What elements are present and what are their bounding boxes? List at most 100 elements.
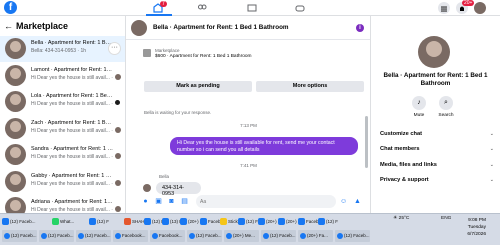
more-options-icon[interactable]: ··· (108, 42, 121, 55)
app-icon (238, 218, 245, 226)
taskbar-app-label: (20+) ... (188, 219, 200, 224)
marketplace-badge: 7 (160, 1, 167, 7)
taskbar-app[interactable]: (12) F... (318, 216, 338, 228)
emoji-icon[interactable]: ☺ (340, 198, 347, 205)
sidebar-title: Marketplace (16, 21, 69, 31)
taskbar-app[interactable]: SHAH... (124, 216, 144, 228)
menu-button[interactable] (438, 2, 450, 14)
weather-widget[interactable]: ☀ 25°C (393, 216, 409, 221)
conversation-avatar (5, 144, 26, 165)
chat-avatar[interactable] (131, 20, 147, 36)
taskbar-window[interactable]: (12) Faceb... (187, 230, 222, 242)
app-icon (278, 218, 285, 226)
chat-scrollbar[interactable] (365, 116, 368, 168)
back-arrow-icon[interactable]: ← (4, 21, 13, 31)
taskbar-window[interactable]: (12) Faceb... (76, 230, 111, 242)
taskbar-app[interactable]: (12) Faceb... (89, 216, 109, 228)
search-button[interactable]: ⌕ (439, 96, 453, 110)
watch-icon[interactable] (247, 3, 257, 13)
sticker-icon[interactable]: ◙ (168, 198, 175, 205)
taskbar-window[interactable]: (12) Faceb... (39, 230, 74, 242)
taskbar-app[interactable]: (12) F... (144, 216, 164, 228)
seen-avatar (115, 153, 121, 159)
conversation-item[interactable]: Zach · Apartment for Rent: 1 Bed 1 ...Hi… (0, 116, 125, 142)
sender-name: Bella (159, 174, 170, 179)
app-icon (220, 218, 227, 226)
app-icon (298, 218, 305, 226)
taskbar-app-label: SHAH... (132, 219, 144, 224)
timestamp: 7:13 PM (240, 123, 257, 128)
mute-label: Mute (413, 113, 425, 118)
chevron-down-icon: ⌄ (489, 162, 494, 168)
conversation-item[interactable]: Bella · Apartment for Rent: 1 Bed 1 Bath… (0, 36, 125, 62)
taskbar-app[interactable]: (12) Faceb... (2, 216, 50, 228)
taskbar-window-label: (12) Faceb... (196, 233, 222, 238)
mark-as-pending-button[interactable]: Mark as pending (144, 81, 252, 92)
conversation-item[interactable]: Lamont · Apartment for Rent: 1 Bed ...Hi… (0, 63, 125, 89)
message-input[interactable] (196, 195, 336, 208)
message-composer: ● ▣ ◙ ▤ ☺ ▲ (126, 191, 370, 213)
image-icon[interactable]: ▣ (155, 198, 162, 205)
app-icon (180, 218, 187, 226)
listing-card[interactable]: Marketplace $600 · Apartment for Rent: 1… (138, 46, 366, 62)
section-privacy-support[interactable]: Privacy & support (380, 177, 429, 183)
chevron-down-icon: ⌄ (489, 131, 494, 137)
outgoing-message[interactable]: Hi Dear yes the house is still available… (170, 137, 358, 155)
conversation-item[interactable]: Adriana · Apartment for Rent: 1 Bed ...H… (0, 195, 125, 213)
taskbar-app[interactable]: Faceb... (298, 216, 318, 228)
browser-icon (78, 232, 84, 239)
browser-icon (189, 232, 195, 239)
browser-icon (152, 232, 158, 239)
like-icon[interactable]: ▲ (354, 198, 361, 205)
taskbar-app[interactable]: (13) F... (162, 216, 182, 228)
contact-avatar[interactable] (418, 36, 450, 68)
timestamp: 7:41 PM (240, 163, 257, 168)
system-clock[interactable]: 9:08 PM Tuesday 6/7/2026 (467, 217, 486, 238)
listing-category: Marketplace (155, 48, 180, 53)
more-options-button[interactable]: More options (256, 81, 364, 92)
taskbar-app[interactable]: Sticky... (220, 216, 240, 228)
section-chat-members[interactable]: Chat members (380, 146, 420, 152)
language-indicator[interactable]: ENG (441, 216, 451, 221)
taskbar-window-label: (12) Faceb... (11, 233, 37, 238)
taskbar-app[interactable]: (20+) ... (258, 216, 278, 228)
microphone-icon[interactable]: ● (142, 198, 149, 205)
taskbar-window-label: Facebook... (122, 233, 146, 238)
mute-button[interactable]: ♪ (412, 96, 426, 110)
taskbar-window[interactable]: Facebook... (113, 230, 148, 242)
gif-icon[interactable]: ▤ (181, 198, 188, 205)
section-media-files-links[interactable]: Media, files and links (380, 162, 437, 168)
chevron-down-icon: ⌄ (489, 146, 494, 152)
browser-icon (4, 232, 10, 239)
taskbar-app[interactable]: Faceb... (200, 216, 220, 228)
taskbar-window[interactable]: Facebook... (150, 230, 185, 242)
listing-thumbnail (143, 49, 151, 57)
app-icon (162, 218, 169, 226)
conversation-item[interactable]: Gabby · Apartment for Rent: 1 Bed ... Hi … (0, 169, 125, 195)
taskbar-app[interactable]: (20+) ... (278, 216, 298, 228)
taskbar-window[interactable]: (20+) Me... (224, 230, 259, 242)
gaming-icon[interactable] (295, 3, 305, 13)
taskbar-window-label: (20+) Me... (233, 233, 255, 238)
taskbar-app[interactable]: (12) F... (238, 216, 258, 228)
taskbar-window[interactable]: (12) Faceb... (261, 230, 296, 242)
taskbar-window[interactable]: (12) Faceb... (2, 230, 37, 242)
info-icon[interactable]: i (356, 24, 364, 32)
conversation-snippet: Hi Dear yes the house is still avail... … (31, 101, 113, 107)
chevron-down-icon: ⌄ (489, 177, 494, 183)
groups-icon[interactable] (197, 3, 207, 13)
app-icon (318, 218, 325, 226)
conversation-name: Zach · Apartment for Rent: 1 Bed 1 ... (31, 119, 113, 126)
taskbar-app[interactable]: What... (52, 216, 87, 228)
conversation-item[interactable]: Sandra · Apartment for Rent: 1 Bed ... Hi… (0, 142, 125, 168)
taskbar-app[interactable]: (20+) ... (180, 216, 200, 228)
conversation-item[interactable]: Lola · Apartment for Rent: 1 Bed 1 ... Hi… (0, 89, 125, 115)
taskbar-window-label: (12) Faceb... (85, 233, 111, 238)
section-customize-chat[interactable]: Customize chat (380, 131, 422, 137)
taskbar-window[interactable]: (12) Faceb... (335, 230, 370, 242)
chat-title[interactable]: Bella · Apartment for Rent: 1 Bed 1 Bath… (153, 24, 289, 31)
profile-avatar[interactable] (474, 2, 486, 14)
facebook-logo[interactable]: f (4, 1, 17, 14)
taskbar-window[interactable]: (20+) Fa... (298, 230, 333, 242)
clock-day: Tuesday (467, 225, 486, 230)
